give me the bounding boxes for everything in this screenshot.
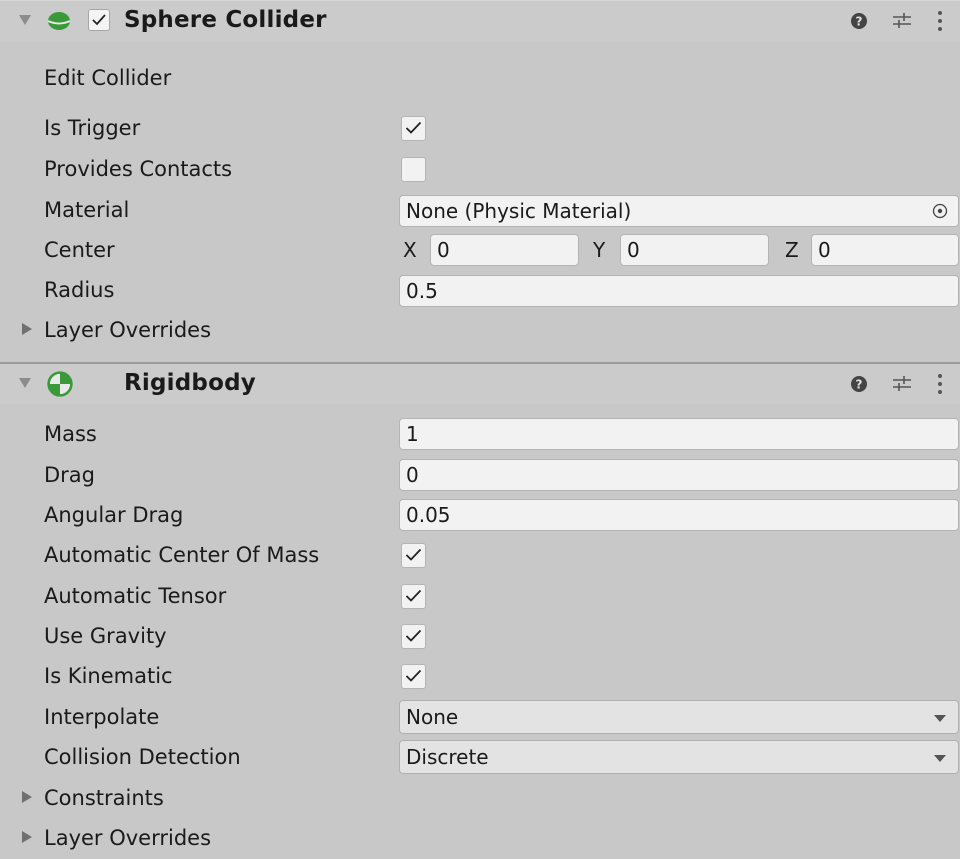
- dropdown-arrow-icon: [934, 715, 946, 722]
- checkmark-icon: [405, 121, 422, 134]
- svg-text:?: ?: [856, 15, 863, 29]
- drag-field[interactable]: 0: [399, 459, 959, 491]
- material-object-field[interactable]: None (Physic Material): [399, 195, 959, 227]
- rigidbody-layer-overrides-foldout[interactable]: Layer Overrides: [44, 824, 211, 852]
- object-picker-icon[interactable]: [932, 203, 948, 219]
- foldout-collapsed-icon[interactable]: [22, 831, 32, 843]
- constraints-foldout[interactable]: Constraints: [44, 784, 164, 812]
- checkmark-icon: [92, 14, 106, 26]
- inspector-panel: Sphere Collider ? Edit Collider Is Trigg…: [0, 0, 960, 859]
- center-label: Center: [44, 238, 115, 262]
- interpolate-label: Interpolate: [44, 705, 160, 729]
- component-menu-icon[interactable]: [937, 10, 943, 32]
- sphere-collider-icon: [47, 12, 71, 30]
- collision-detection-label: Collision Detection: [44, 745, 241, 769]
- radius-field[interactable]: 0.5: [399, 275, 959, 307]
- center-y-field[interactable]: 0: [620, 234, 769, 266]
- edit-collider-label[interactable]: Edit Collider: [44, 64, 171, 92]
- sphere-collider-title: Sphere Collider: [124, 7, 327, 33]
- automatic-tensor-label: Automatic Tensor: [44, 584, 227, 608]
- drag-label: Drag: [44, 463, 96, 487]
- foldout-expanded-icon[interactable]: [19, 378, 31, 388]
- collision-detection-dropdown[interactable]: Discrete: [399, 740, 959, 774]
- use-gravity-checkbox[interactable]: [401, 624, 426, 649]
- is-kinematic-label: Is Kinematic: [44, 664, 173, 688]
- presets-icon[interactable]: [891, 12, 913, 30]
- interpolate-value: None: [406, 705, 459, 729]
- material-label: Material: [44, 198, 130, 222]
- rigidbody-header[interactable]: Rigidbody ?: [0, 362, 960, 404]
- angular-drag-field[interactable]: 0.05: [399, 499, 959, 531]
- collider-layer-overrides-foldout[interactable]: Layer Overrides: [44, 316, 211, 344]
- rigidbody-icon: [47, 371, 73, 397]
- svg-text:?: ?: [856, 378, 863, 392]
- presets-icon[interactable]: [891, 375, 913, 393]
- angular-drag-label: Angular Drag: [44, 503, 184, 527]
- is-trigger-label: Is Trigger: [44, 116, 141, 140]
- material-value: None (Physic Material): [406, 199, 632, 223]
- dropdown-arrow-icon: [934, 755, 946, 762]
- center-z-field[interactable]: 0: [811, 234, 959, 266]
- automatic-tensor-checkbox[interactable]: [401, 584, 426, 609]
- is-kinematic-checkbox[interactable]: [401, 664, 426, 689]
- sphere-collider-header[interactable]: Sphere Collider ?: [0, 0, 960, 42]
- foldout-collapsed-icon[interactable]: [22, 323, 32, 335]
- foldout-collapsed-icon[interactable]: [22, 791, 32, 803]
- provides-contacts-checkbox[interactable]: [401, 157, 426, 182]
- checkmark-icon: [405, 589, 422, 602]
- center-x-field[interactable]: 0: [430, 234, 579, 266]
- mass-field[interactable]: 1: [399, 418, 959, 450]
- is-trigger-checkbox[interactable]: [401, 116, 426, 141]
- foldout-expanded-icon[interactable]: [19, 15, 31, 25]
- mass-label: Mass: [44, 422, 97, 446]
- center-z-label[interactable]: Z: [785, 235, 799, 265]
- automatic-center-of-mass-checkbox[interactable]: [401, 543, 426, 568]
- help-icon[interactable]: ?: [850, 12, 868, 30]
- interpolate-dropdown[interactable]: None: [399, 700, 959, 734]
- center-x-label[interactable]: X: [403, 235, 417, 265]
- checkmark-icon: [405, 548, 422, 561]
- sphere-collider-enabled-checkbox[interactable]: [88, 9, 110, 31]
- checkmark-icon: [405, 629, 422, 642]
- automatic-center-of-mass-label: Automatic Center Of Mass: [44, 543, 320, 567]
- checkmark-icon: [405, 669, 422, 682]
- component-menu-icon[interactable]: [937, 373, 943, 395]
- center-y-label[interactable]: Y: [593, 235, 605, 265]
- rigidbody-title: Rigidbody: [124, 370, 256, 396]
- radius-label: Radius: [44, 278, 115, 302]
- help-icon[interactable]: ?: [850, 375, 868, 393]
- collision-detection-value: Discrete: [406, 745, 489, 769]
- use-gravity-label: Use Gravity: [44, 624, 167, 648]
- provides-contacts-label: Provides Contacts: [44, 157, 233, 181]
